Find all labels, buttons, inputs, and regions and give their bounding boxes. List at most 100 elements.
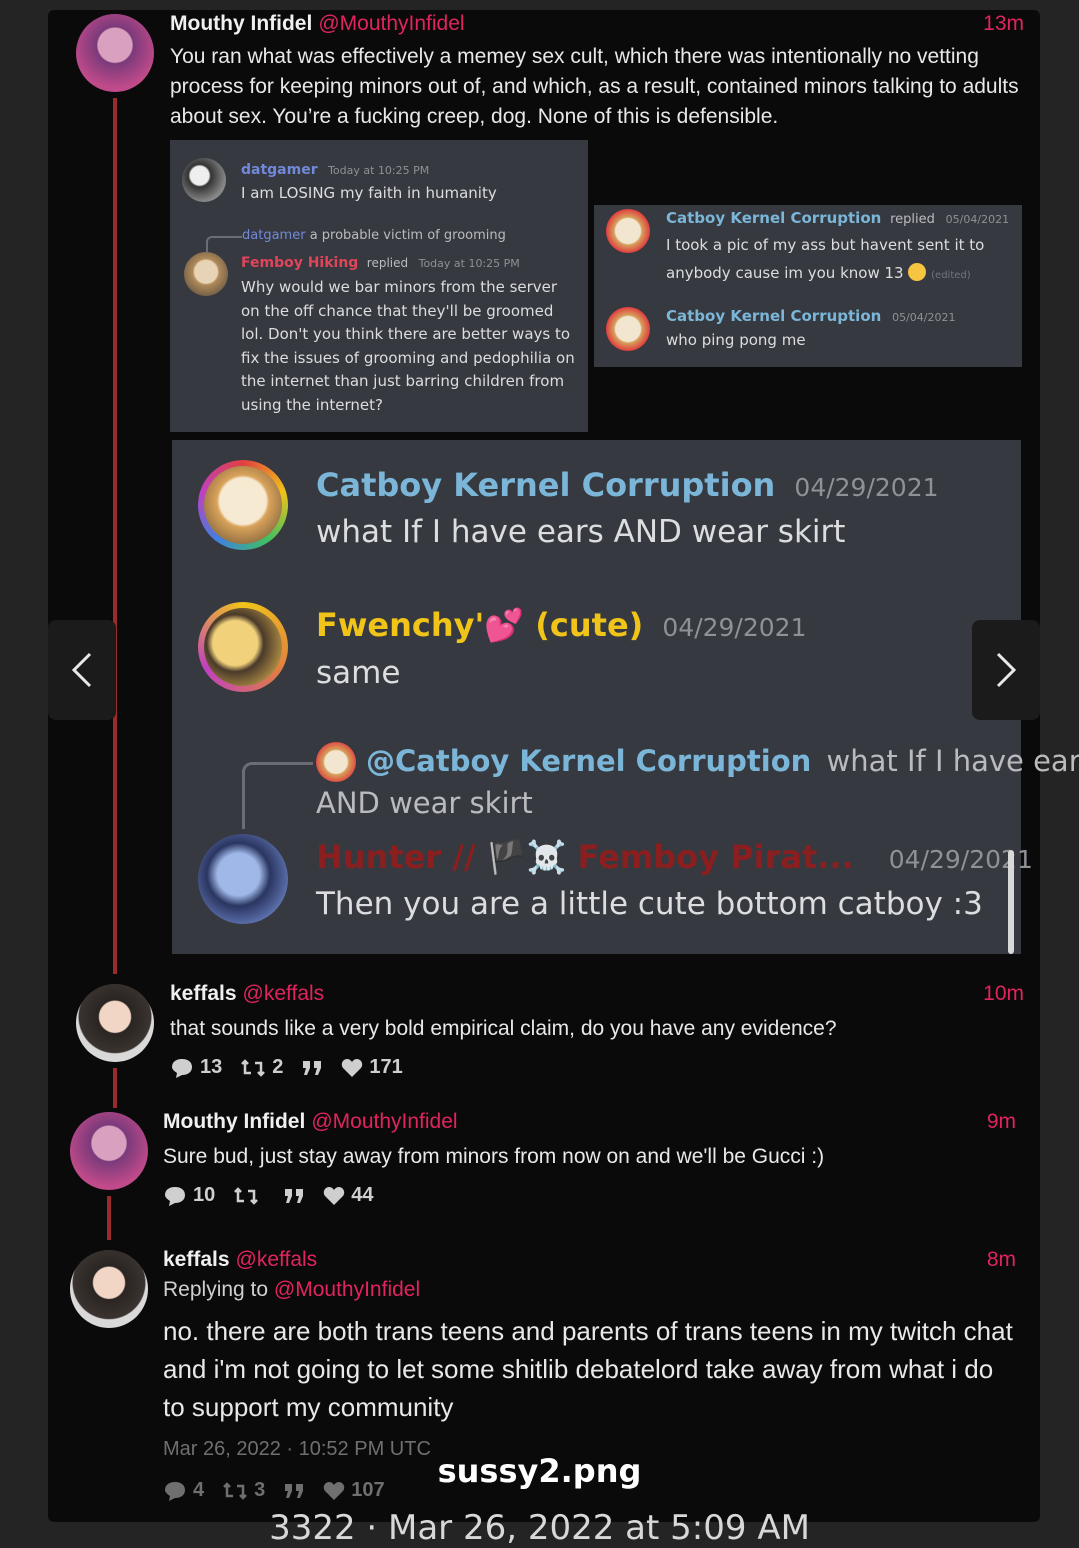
reply-preview: AND wear skirt [316,786,533,820]
quote-icon [283,1187,305,1205]
heart-icon [323,1186,345,1206]
discord-username: Catboy Kernel Corruption [666,307,881,325]
retweet-count: 2 [272,1056,283,1079]
discord-message: what If I have ears AND wear skirt [316,514,845,550]
flushed-emoji-icon [908,263,926,281]
thread-connector [113,1068,117,1108]
discord-username: Femboy Hiking [241,255,358,271]
reply-count: 10 [193,1184,215,1207]
discord-message: who ping pong me [666,331,806,349]
thread-connector [107,1196,111,1240]
discord-screenshot-c: Catboy Kernel Corruption 04/29/2021 what… [172,440,1021,954]
display-name[interactable]: keffals [170,982,237,1005]
discord-message: Why would we bar minors from the server … [241,276,576,417]
discord-message: Then you are a little cute bottom catboy… [316,886,983,922]
tweet-time[interactable]: 13m [970,12,1024,36]
reply-handle[interactable]: @MouthyInfidel [274,1278,420,1301]
tweet-actions: 13 2 171 [170,1056,403,1079]
tweet-header: Mouthy Infidel @MouthyInfidel [163,1110,458,1134]
display-name[interactable]: Mouthy Infidel [163,1110,305,1133]
tweet-text: Sure bud, just stay away from minors fro… [163,1142,1013,1172]
heart-icon [341,1058,363,1078]
avatar [198,834,288,924]
discord-username: Hunter // 🏴☠️ Femboy Pirat... [316,838,854,876]
discord-screenshot-b: Catboy Kernel Corruption replied 05/04/2… [594,205,1022,367]
avatar [198,602,288,692]
replying-label: Replying to [163,1278,268,1301]
discord-date: Today at 10:25 PM [419,257,520,270]
avatar [198,460,288,550]
scrollbar[interactable] [1008,850,1014,954]
avatar[interactable] [76,14,154,92]
tweet-time[interactable]: 9m [962,1110,1016,1134]
discord-date: 05/04/2021 [892,311,955,324]
tweet-time[interactable]: 8m [962,1248,1016,1272]
tweet-time[interactable]: 10m [970,982,1024,1006]
avatar [316,742,356,782]
avatar[interactable] [76,984,154,1062]
discord-username: Fwenchy'💕 (cute) [316,606,643,644]
retweet-button[interactable] [233,1186,265,1206]
discord-date: Today at 10:25 PM [328,164,429,177]
tweet-header: Mouthy Infidel @MouthyInfidel [170,12,465,36]
avatar [184,252,228,296]
handle[interactable]: @MouthyInfidel [318,12,464,35]
like-count: 171 [369,1056,402,1079]
display-name[interactable]: Mouthy Infidel [170,12,312,35]
avatar[interactable] [70,1250,148,1328]
replying-to: Replying to @MouthyInfidel [163,1278,420,1302]
reply-button[interactable]: 13 [170,1056,222,1079]
replied-label: replied [367,256,408,270]
avatar [606,209,650,253]
display-name[interactable]: keffals [163,1248,230,1271]
quote-button[interactable] [301,1059,323,1077]
discord-date: 04/29/2021 [662,613,806,642]
reply-count: 13 [200,1056,222,1079]
discord-date: 05/04/2021 [946,213,1009,226]
handle[interactable]: @keffals [243,982,325,1005]
quote-icon [301,1059,323,1077]
discord-username: Catboy Kernel Corruption [316,466,775,504]
discord-username: @Catboy Kernel Corruption [366,744,811,778]
retweet-icon [233,1186,259,1206]
like-button[interactable]: 171 [341,1056,402,1079]
next-button[interactable] [972,620,1040,720]
retweet-icon [240,1058,266,1078]
chevron-left-icon [70,650,94,690]
reply-button[interactable]: 10 [163,1184,215,1207]
reply-connector [242,762,313,829]
discord-message: I am LOSING my faith in humanity [241,184,497,202]
chevron-right-icon [994,650,1018,690]
tweet-text: that sounds like a very bold empirical c… [170,1014,1020,1044]
reply-icon [170,1057,194,1079]
thread-connector [113,98,117,974]
previous-button[interactable] [48,620,116,720]
like-button[interactable]: 44 [323,1184,373,1207]
discord-screenshot-a: datgamer Today at 10:25 PM I am LOSING m… [170,140,588,432]
tweet-text: no. there are both trans teens and paren… [163,1312,1013,1426]
reply-icon [163,1185,187,1207]
discord-username: datgamer [242,228,306,243]
edited-label: (edited) [931,270,971,281]
tweet-header: keffals @keffals [163,1248,317,1272]
avatar [606,307,650,351]
avatar [182,158,226,202]
avatar[interactable] [70,1112,148,1190]
discord-message: same [316,655,400,691]
retweet-button[interactable]: 2 [240,1056,283,1079]
handle[interactable]: @MouthyInfidel [311,1110,457,1133]
replied-label: replied [890,212,935,227]
discord-message: I took a pic of my ass but havent sent i… [666,231,1006,290]
discord-username: datgamer [241,162,318,178]
discord-username: Catboy Kernel Corruption [666,209,881,227]
tweet-text: You ran what was effectively a memey sex… [170,42,1020,132]
reply-preview: a probable victim of grooming [310,228,506,243]
tweet-header: keffals @keffals [170,982,324,1006]
tweet-actions: 10 44 [163,1184,374,1207]
reply-preview: what If I have ears [827,744,1079,778]
discord-date: 04/29/2021 [794,473,938,502]
handle[interactable]: @keffals [236,1248,318,1271]
image-meta: 3322 · Mar 26, 2022 at 5:09 AM [0,1508,1079,1548]
quote-button[interactable] [283,1187,305,1205]
image-filename: sussy2.png [0,1452,1079,1490]
